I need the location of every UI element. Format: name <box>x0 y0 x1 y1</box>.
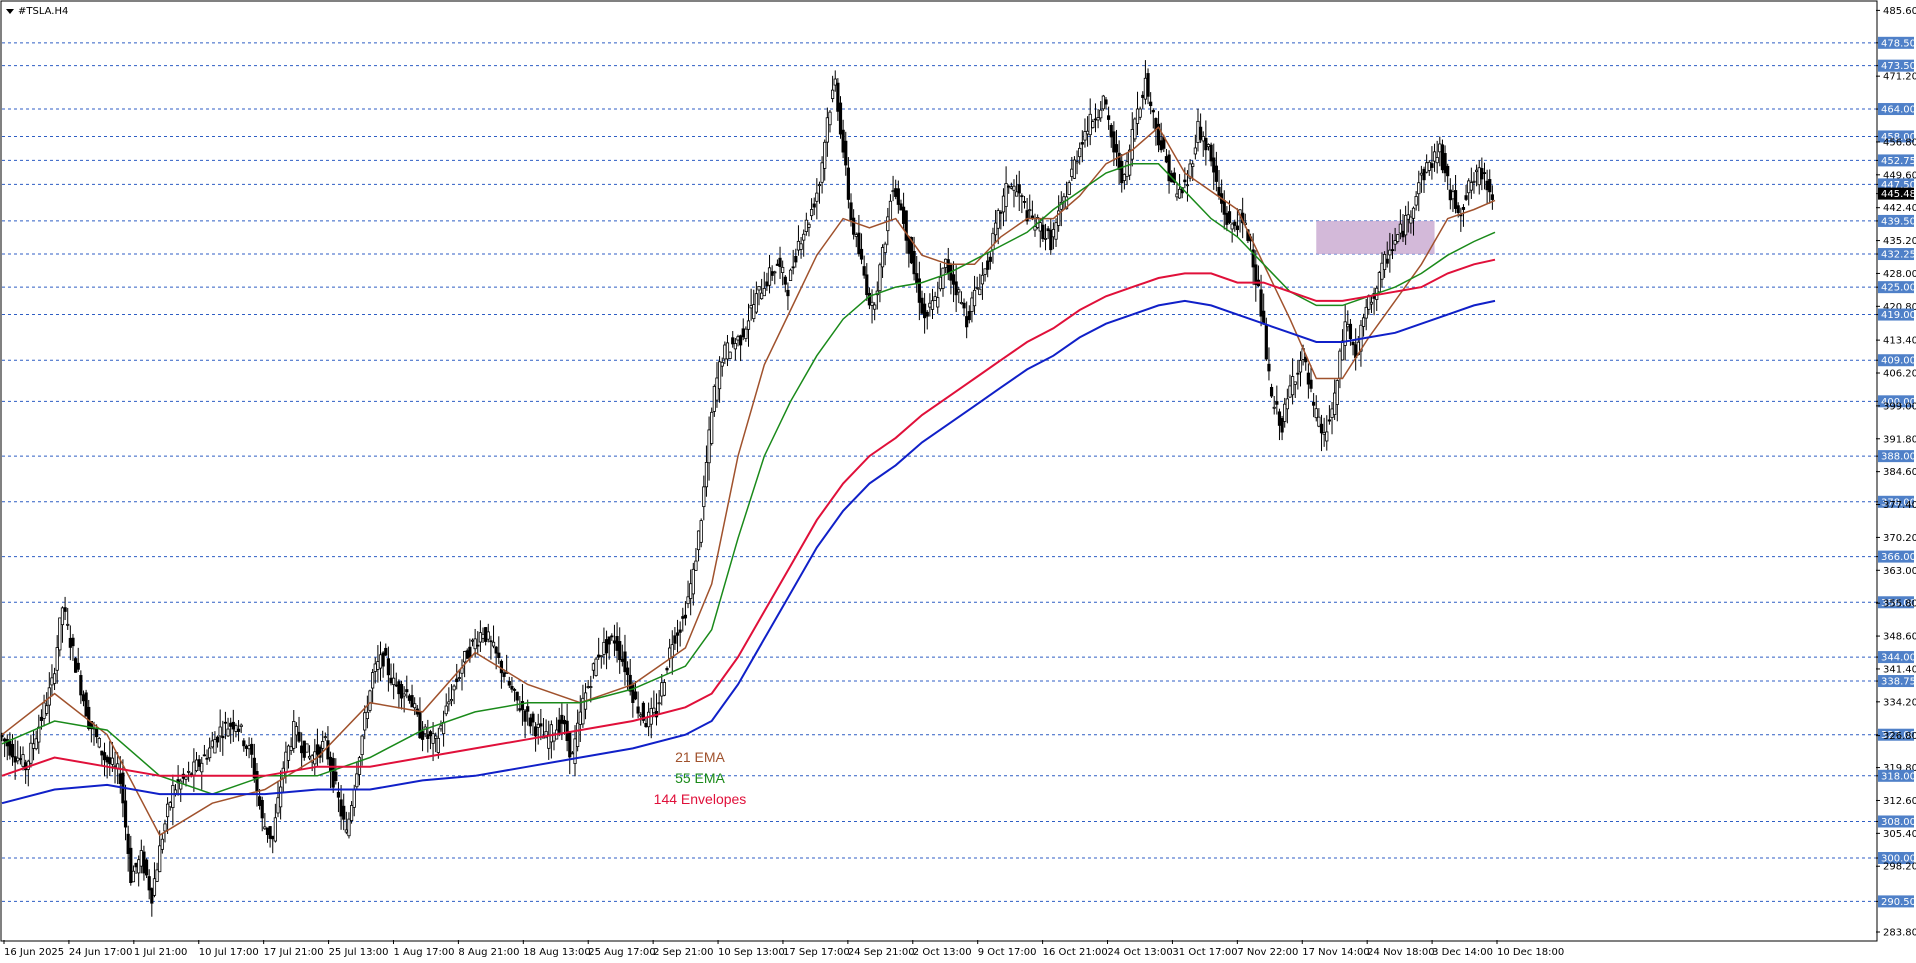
x-tick-label: 8 Aug 21:00 <box>458 947 519 958</box>
y-tick-label: 485.60 <box>1883 6 1916 17</box>
x-tick-label: 2 Oct 13:00 <box>913 947 972 958</box>
y-tick-label: 283.80 <box>1883 928 1916 939</box>
x-tick-label: 17 Sep 17:00 <box>783 947 850 958</box>
x-tick-label: 17 Nov 14:00 <box>1302 947 1369 958</box>
x-tick-label: 31 Oct 17:00 <box>1172 947 1237 958</box>
y-tick-label: 341.40 <box>1883 664 1916 675</box>
x-tick-label: 10 Jul 17:00 <box>199 947 259 958</box>
y-tick-label: 435.20 <box>1883 236 1916 247</box>
candle[interactable] <box>788 268 793 281</box>
candle[interactable] <box>1067 180 1071 195</box>
highlight-zone[interactable] <box>1316 220 1435 255</box>
x-tick-label: 24 Jun 17:00 <box>69 947 133 958</box>
x-tick-label: 1 Aug 17:00 <box>393 947 454 958</box>
x-tick-label: 1 Jul 21:00 <box>134 947 188 958</box>
candle[interactable] <box>641 701 645 724</box>
level-price-label: 409.00 <box>1881 356 1916 367</box>
legend-item: 144 Envelopes <box>654 791 747 807</box>
candle[interactable] <box>97 736 101 749</box>
level-price-label: 432.25 <box>1881 250 1916 261</box>
plot-area-border <box>0 0 1878 942</box>
x-tick-label: 24 Sep 21:00 <box>848 947 915 958</box>
x-tick-label: 24 Nov 18:00 <box>1367 947 1434 958</box>
x-tick-label: 16 Oct 21:00 <box>1043 947 1108 958</box>
symbol-label: #TSLA.H4 <box>18 6 68 17</box>
candle[interactable] <box>728 351 732 360</box>
y-tick-label: 312.60 <box>1883 796 1916 807</box>
y-tick-label: 377.40 <box>1883 500 1916 511</box>
chart-window[interactable]: 485.60 478.50 473.50 471.20 464.00 458.00 456.… <box>0 0 1916 963</box>
y-tick-label: 391.80 <box>1883 434 1916 445</box>
level-price-label: 419.00 <box>1881 310 1916 321</box>
level-price-label: 308.00 <box>1881 817 1916 828</box>
y-tick-label: 348.60 <box>1883 632 1916 643</box>
level-price-label: 318.00 <box>1881 771 1916 782</box>
current-price-label: 445.48 <box>1881 189 1916 200</box>
candle[interactable] <box>302 740 306 761</box>
level-price-label: 473.50 <box>1881 61 1916 72</box>
y-tick-label: 370.20 <box>1883 533 1916 544</box>
x-tick-label: 17 Jul 21:00 <box>264 947 324 958</box>
candle[interactable] <box>73 657 78 673</box>
level-price-label: 464.00 <box>1881 105 1916 116</box>
x-tick-label: 25 Aug 17:00 <box>588 947 655 958</box>
x-tick-label: 10 Dec 18:00 <box>1497 947 1564 958</box>
x-tick-label: 10 Sep 13:00 <box>718 947 785 958</box>
candle[interactable] <box>1101 94 1105 111</box>
x-tick-label: 2 Sep 21:00 <box>653 947 713 958</box>
legend-item: 21 EMA <box>675 749 725 765</box>
x-tick-label: 16 Jun 2025 <box>4 947 64 958</box>
x-tick-label: 9 Oct 17:00 <box>978 947 1037 958</box>
level-price-label: 425.00 <box>1881 283 1916 294</box>
y-tick-label: 326.80 <box>1883 731 1916 742</box>
y-tick-label: 305.40 <box>1883 829 1916 840</box>
candle[interactable] <box>1440 139 1445 174</box>
level-price-label: 452.75 <box>1881 156 1916 167</box>
x-tick-label: 3 Dec 14:00 <box>1432 947 1493 958</box>
price-chart[interactable]: 485.60478.50473.50471.20464.00458.00456.… <box>0 0 1916 963</box>
candle[interactable] <box>368 689 372 713</box>
y-tick-label: 355.80 <box>1883 599 1916 610</box>
x-tick-label: 7 Nov 22:00 <box>1237 947 1298 958</box>
candle[interactable] <box>1133 117 1137 142</box>
y-tick-label: 363.00 <box>1883 566 1916 577</box>
candle[interactable] <box>144 858 149 879</box>
candle[interactable] <box>710 407 714 446</box>
candle[interactable] <box>1377 270 1381 295</box>
y-tick-label: 384.60 <box>1883 467 1916 478</box>
y-tick-label: 413.40 <box>1883 336 1916 347</box>
y-tick-label: 399.00 <box>1883 401 1916 412</box>
level-price-label: 338.75 <box>1881 677 1916 688</box>
y-tick-label: 428.00 <box>1883 269 1916 280</box>
candle[interactable] <box>305 743 309 753</box>
x-tick-label: 18 Aug 13:00 <box>523 947 590 958</box>
y-tick-label: 456.80 <box>1883 137 1916 148</box>
candle[interactable] <box>84 689 88 717</box>
level-price-label: 478.50 <box>1881 38 1916 49</box>
candle[interactable] <box>594 657 598 677</box>
level-price-label: 366.00 <box>1881 552 1916 563</box>
x-tick-label: 24 Oct 13:00 <box>1108 947 1173 958</box>
candle[interactable] <box>1128 144 1132 181</box>
y-tick-label: 334.20 <box>1883 697 1916 708</box>
level-price-label: 439.50 <box>1881 216 1916 227</box>
level-price-label: 290.50 <box>1881 897 1916 908</box>
legend-item: 55 EMA <box>675 770 725 786</box>
level-price-label: 388.00 <box>1881 452 1916 463</box>
level-price-label: 344.00 <box>1881 653 1916 664</box>
y-tick-label: 406.20 <box>1883 369 1916 380</box>
candle[interactable] <box>331 752 335 793</box>
y-tick-label: 298.20 <box>1883 862 1916 873</box>
y-tick-label: 442.40 <box>1883 203 1916 214</box>
y-tick-label: 471.20 <box>1883 72 1916 83</box>
x-tick-label: 25 Jul 13:00 <box>329 947 389 958</box>
